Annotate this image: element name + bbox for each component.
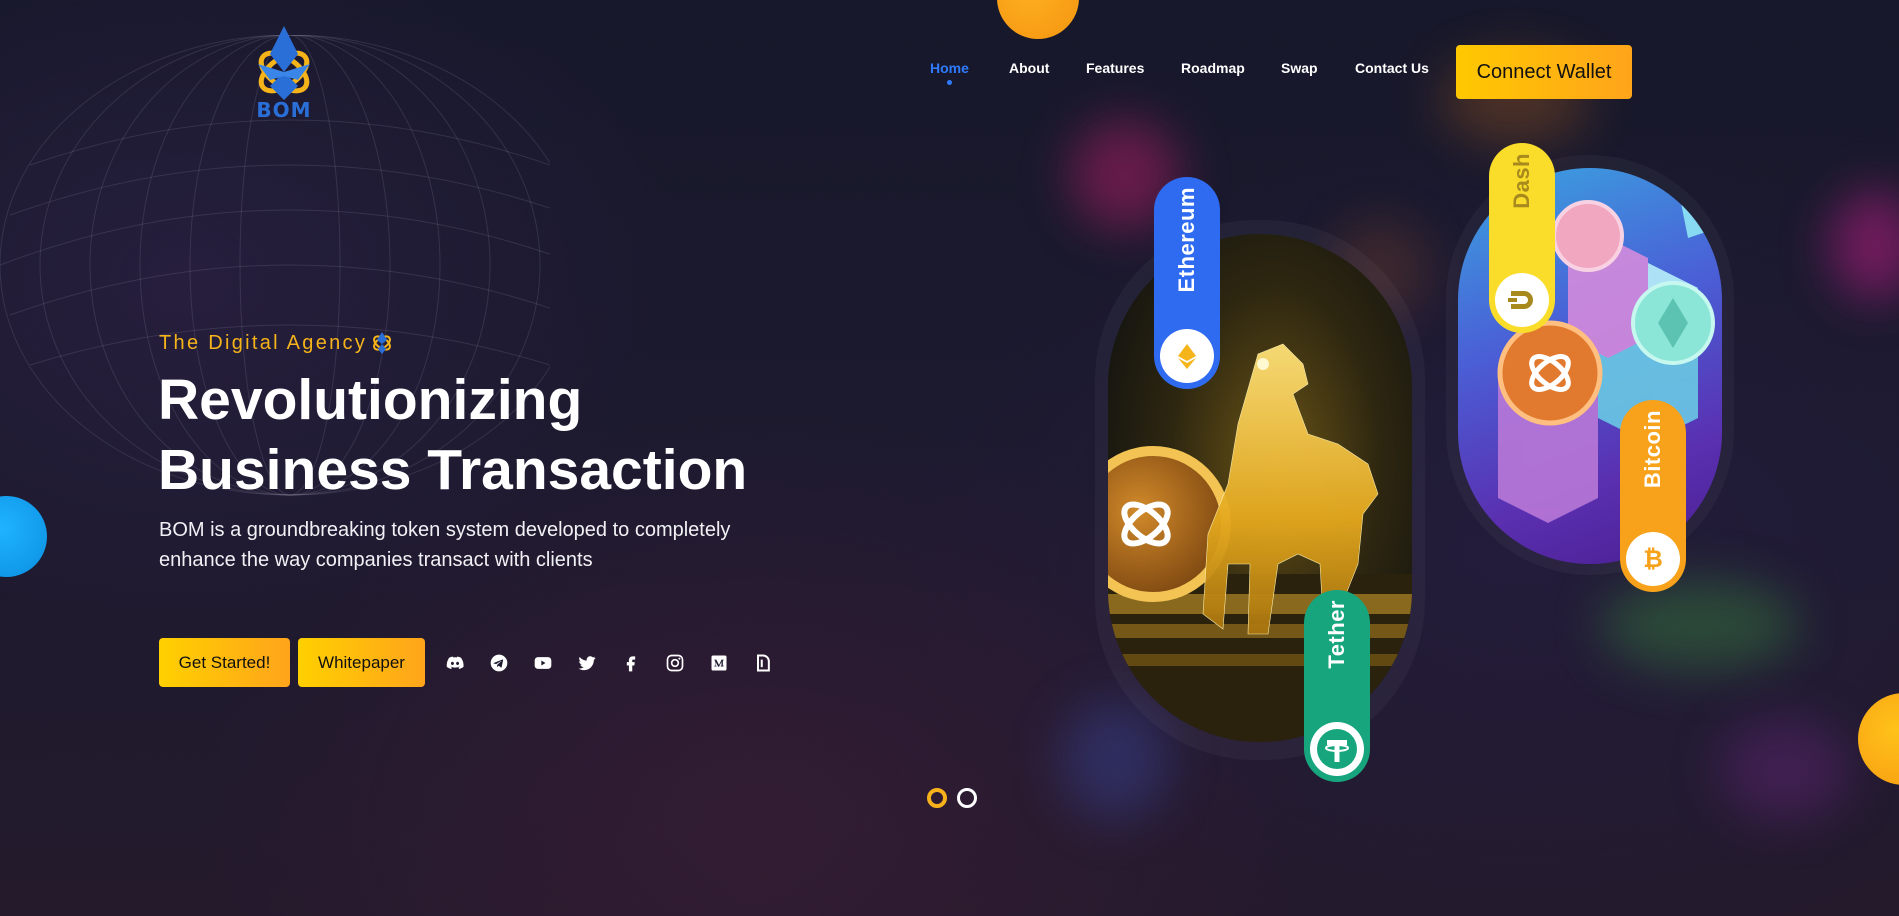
bitcoin-pill: Bitcoin ₿ bbox=[1620, 400, 1686, 592]
coin-label: Dash bbox=[1509, 153, 1534, 209]
twitter-icon[interactable] bbox=[576, 652, 598, 674]
carousel-dot-active[interactable] bbox=[927, 788, 947, 808]
nav-item-home[interactable]: Home bbox=[930, 60, 969, 76]
dextools-icon[interactable] bbox=[752, 652, 774, 674]
svg-text:₿: ₿ bbox=[1643, 545, 1663, 573]
headline-line: Revolutionizing bbox=[158, 368, 583, 432]
nav-item-about[interactable]: About bbox=[1009, 60, 1049, 76]
nav-item-features[interactable]: Features bbox=[1086, 60, 1144, 76]
background-glow bbox=[1830, 190, 1899, 300]
hero-subtitle: BOM is a groundbreaking token system dev… bbox=[159, 519, 731, 571]
coin-label: Bitcoin bbox=[1640, 410, 1665, 489]
background-glow bbox=[1600, 580, 1800, 670]
dash-pill: Dash bbox=[1489, 143, 1555, 333]
nav-item-contact[interactable]: Contact Us bbox=[1355, 60, 1429, 76]
ethereum-pill: Ethereum bbox=[1154, 177, 1220, 389]
logo-text: BOM bbox=[256, 98, 312, 122]
hero-tagline: The Digital Agency bbox=[159, 331, 393, 355]
tagline-text: The Digital Agency bbox=[159, 331, 368, 354]
get-started-button[interactable]: Get Started! bbox=[159, 638, 290, 687]
background-glow bbox=[1720, 720, 1850, 820]
medium-icon[interactable] bbox=[708, 652, 730, 674]
youtube-icon[interactable] bbox=[532, 652, 554, 674]
whitepaper-button[interactable]: Whitepaper bbox=[298, 638, 425, 687]
instagram-icon[interactable] bbox=[664, 652, 686, 674]
bitcoin-coin-icon: ₿ bbox=[1626, 532, 1680, 586]
carousel-dot[interactable] bbox=[957, 788, 977, 808]
dash-coin-icon bbox=[1495, 273, 1549, 327]
connect-wallet-button[interactable]: Connect Wallet bbox=[1456, 45, 1632, 99]
hero-headline: Revolutionizing Business Transaction bbox=[158, 365, 747, 505]
nav-active-indicator bbox=[947, 80, 952, 85]
tether-pill: Tether bbox=[1304, 590, 1370, 782]
ethereum-coin-icon bbox=[1160, 329, 1214, 383]
nav-item-roadmap[interactable]: Roadmap bbox=[1181, 60, 1245, 76]
facebook-icon[interactable] bbox=[620, 652, 642, 674]
coin-label: Tether bbox=[1324, 600, 1349, 669]
headline-line: Business Transaction bbox=[158, 438, 748, 502]
tether-coin-icon bbox=[1310, 722, 1364, 776]
decorative-orb bbox=[997, 0, 1079, 39]
telegram-icon[interactable] bbox=[488, 652, 510, 674]
nav-item-swap[interactable]: Swap bbox=[1281, 60, 1318, 76]
bom-small-icon bbox=[373, 332, 392, 354]
decorative-orb bbox=[1858, 693, 1899, 785]
coin-label: Ethereum bbox=[1174, 187, 1199, 293]
discord-icon[interactable] bbox=[444, 652, 466, 674]
